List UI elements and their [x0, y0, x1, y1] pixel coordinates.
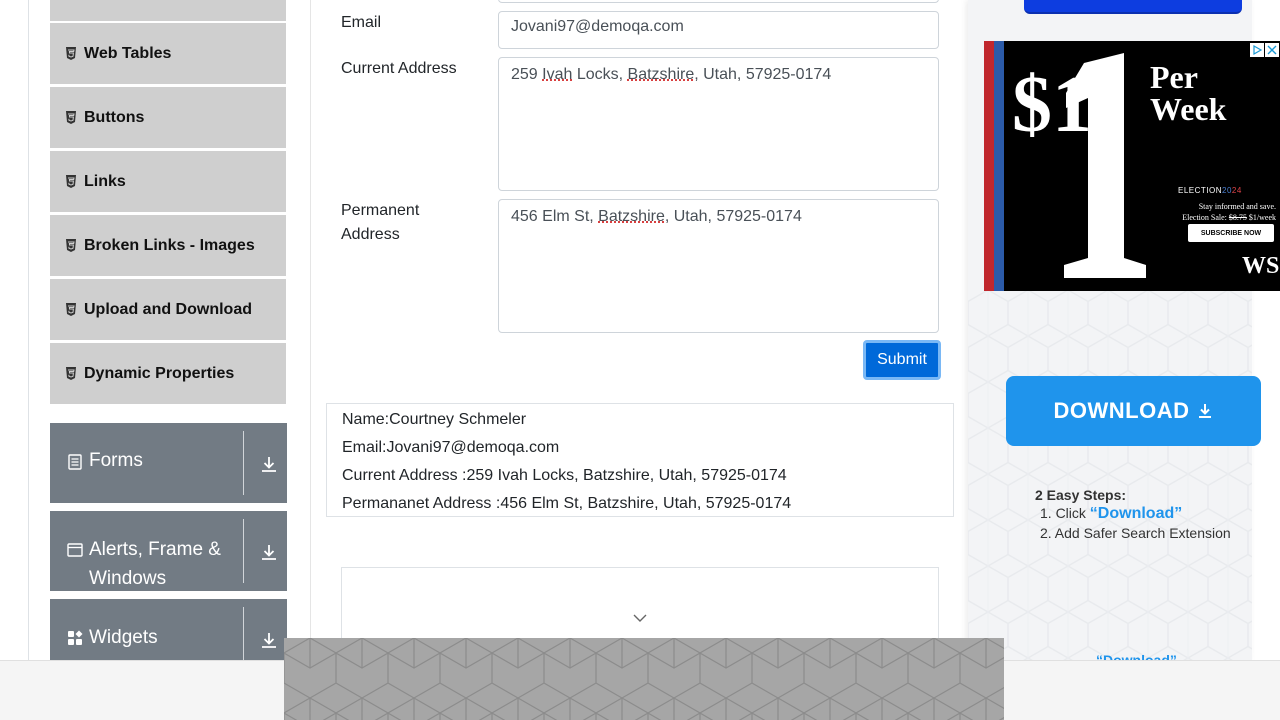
group-separator [243, 431, 244, 495]
election-text: ELECTION2024 [1178, 186, 1242, 195]
top-ad-button[interactable] [1024, 0, 1242, 14]
sidebar-item-web-tables[interactable]: Web Tables [50, 23, 286, 85]
output-panel: Name:Courtney Schmeler Email:Jovani97@de… [326, 403, 954, 517]
per-line-1: Per [1150, 59, 1198, 95]
output-current-address: Current Address :259 Ivah Locks, Batzshi… [342, 467, 787, 484]
left-divider [28, 0, 29, 660]
spellcheck-word: Batzshire [627, 66, 695, 83]
sidebar-group-label: Forms [89, 450, 143, 471]
tagline-line-1: Stay informed and save. [1198, 202, 1276, 211]
tagline-old-price: $8.75 [1228, 213, 1247, 222]
previous-field-partial[interactable] [498, 0, 939, 3]
sidebar-item-broken-links[interactable]: Broken Links - Images [50, 215, 286, 277]
bottom-ad-banner[interactable] [284, 638, 1004, 720]
output-name: Name:Courtney Schmeler [342, 411, 527, 428]
sidebar-item-label: Links [84, 172, 126, 190]
hex-pattern-background [968, 290, 1252, 660]
spellcheck-word: Batzshire [598, 208, 665, 225]
download-button-label: DOWNLOAD [1053, 398, 1190, 423]
download-icon [1199, 404, 1212, 418]
ad-frame [341, 567, 939, 647]
tagline-line-2: Election Sale: $8.75 $1/week [1168, 212, 1276, 223]
election-year-b: 24 [1231, 186, 1242, 195]
sidebar-group-forms[interactable]: Forms [50, 423, 287, 503]
spellcheck-word: Ivah [542, 66, 573, 83]
steps-title: 2 Easy Steps: [1035, 487, 1127, 503]
election-prefix: ELECTION [1178, 186, 1223, 195]
html5-icon [66, 111, 76, 124]
widgets-icon [68, 630, 83, 645]
html5-icon [66, 303, 76, 316]
email-label: Email [341, 14, 382, 31]
sidebar-item-label: Web Tables [84, 44, 172, 62]
adchoices-icon[interactable] [1250, 43, 1264, 57]
sidebar-item-top-partial[interactable] [50, 0, 286, 22]
download-arrow-icon [262, 633, 276, 648]
sidebar-group-alerts[interactable]: Alerts, Frame & Windows [50, 511, 287, 591]
current-address-textarea[interactable]: 259 Ivah Locks, Batzshire, Utah, 57925-0… [498, 57, 939, 191]
current-address-label: Current Address [341, 60, 457, 77]
permanent-address-label: Permanent Address [341, 202, 420, 243]
per-line-2: Week [1150, 91, 1227, 127]
sidebar-item-label: Upload and Download [84, 300, 252, 318]
sidebar-group-label: Widgets [89, 627, 158, 648]
html5-icon [66, 367, 76, 380]
tagline-suffix: $1/week [1246, 213, 1276, 222]
ad-stripe-red [984, 41, 994, 291]
sidebar-item-label: Dynamic Properties [84, 364, 235, 382]
wsj-logo: WSJ [1242, 253, 1280, 279]
forms-icon [68, 454, 82, 470]
page: Web Tables Buttons Links Broken Links - … [0, 0, 1280, 720]
sidebar-item-upload-download[interactable]: Upload and Download [50, 279, 286, 341]
text-segment: , Utah, 57925-0174 [694, 66, 832, 83]
election-year-a: 20 [1222, 186, 1232, 195]
html5-icon [66, 239, 76, 252]
email-field[interactable]: Jovani97@demoqa.com [498, 11, 939, 49]
text-segment: Locks, [572, 66, 628, 83]
wsj-tagline: Stay informed and save. Election Sale: $… [1168, 201, 1276, 223]
step-1-prefix: 1. Click [1040, 505, 1090, 521]
sidebar-divider [310, 0, 311, 660]
sidebar-item-buttons[interactable]: Buttons [50, 87, 286, 149]
text-segment: , Utah, 57925-0174 [664, 208, 802, 225]
large-one-graphic [1064, 53, 1146, 278]
text-segment: 259 [511, 66, 543, 83]
cube-pattern [284, 638, 1004, 720]
output-permanent-address: Permananet Address :456 Elm St, Batzshir… [342, 495, 792, 512]
sidebar-group-label: Alerts, Frame & Windows [89, 539, 221, 589]
window-icon [67, 543, 83, 557]
sidebar-item-label: Broken Links - Images [84, 236, 255, 254]
download-arrow-icon [262, 545, 276, 560]
subscribe-button[interactable]: SUBSCRIBE NOW [1188, 224, 1274, 242]
chevron-down-icon[interactable] [632, 612, 648, 624]
html5-icon [66, 47, 76, 60]
output-email: Email:Jovani97@demoqa.com [342, 439, 560, 456]
permanent-address-textarea[interactable]: 456 Elm St, Batzshire, Utah, 57925-0174 [498, 199, 939, 333]
html5-icon [66, 175, 76, 188]
download-button[interactable]: DOWNLOAD [1006, 376, 1261, 446]
group-separator [243, 519, 244, 583]
download-arrow-icon [262, 457, 276, 472]
step-1: 1. Click “Download” [1040, 505, 1182, 523]
submit-button[interactable]: Submit [863, 340, 941, 380]
close-icon[interactable] [1265, 43, 1279, 57]
step-2: 2. Add Safer Search Extension [1040, 525, 1231, 541]
sidebar-item-label: Buttons [84, 108, 145, 126]
ad-stripe-blue [994, 41, 1004, 291]
sidebar-item-dynamic-properties[interactable]: Dynamic Properties [50, 343, 286, 405]
step-1-highlight: “Download” [1089, 505, 1183, 522]
per-week-text: Per Week [1150, 61, 1226, 125]
sidebar-item-links[interactable]: Links [50, 151, 286, 213]
tagline-prefix: Election Sale: [1182, 213, 1229, 222]
text-segment: 456 Elm St, [511, 208, 599, 225]
wsj-ad[interactable]: $1 Per Week ELECTION2024 Stay informed a… [984, 41, 1280, 291]
